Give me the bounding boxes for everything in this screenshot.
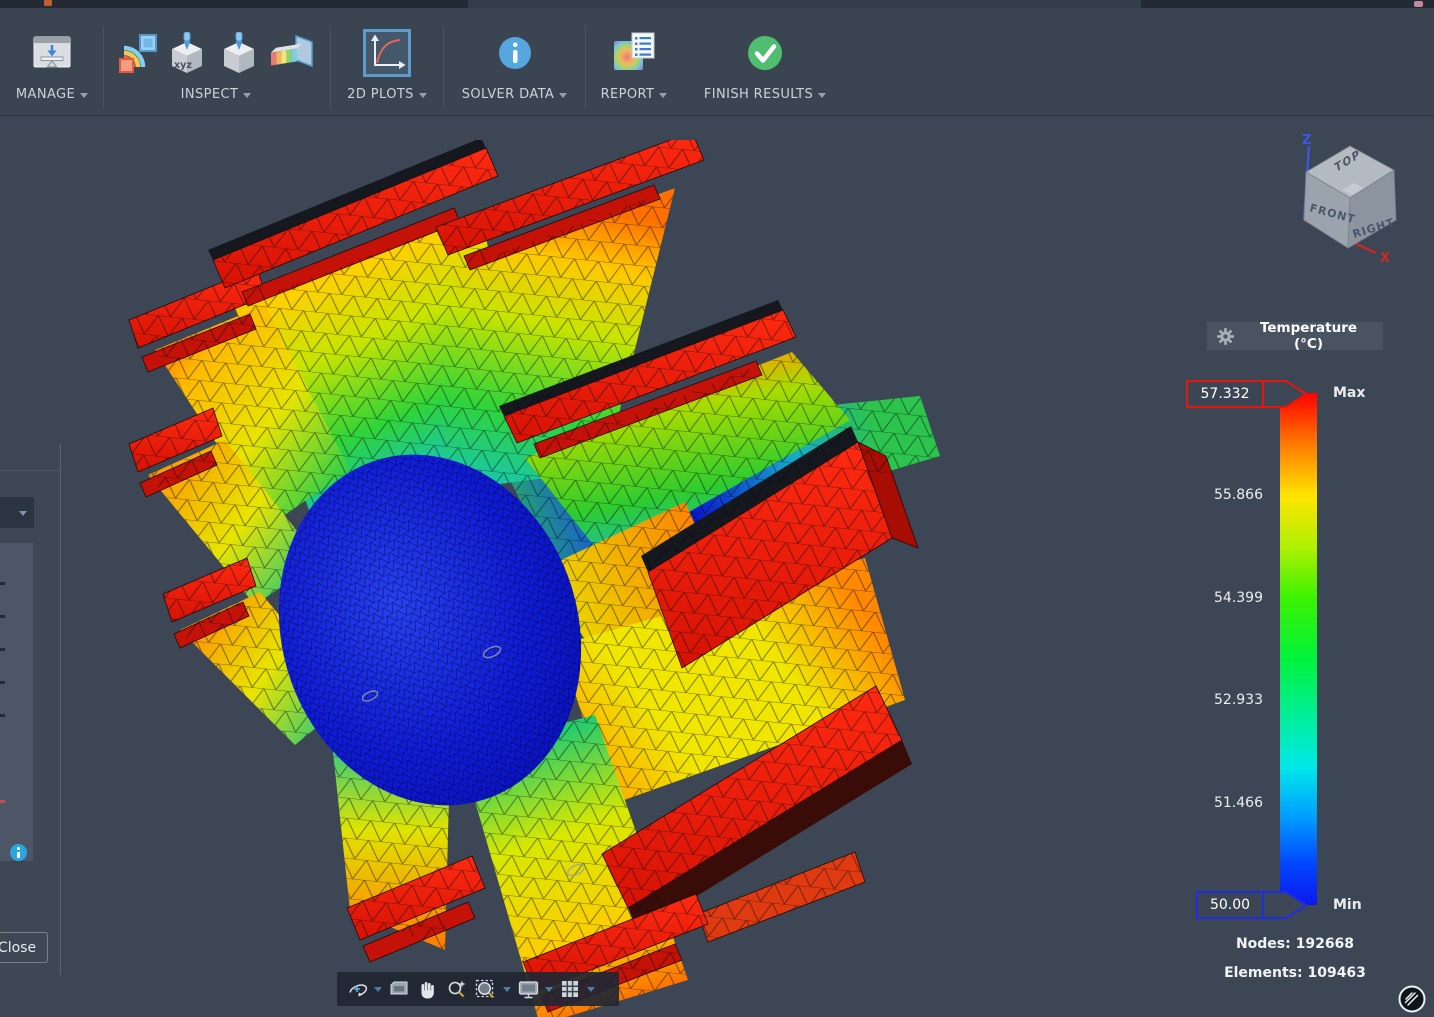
chevron-down-icon bbox=[559, 92, 568, 98]
legend-min-input[interactable]: 50.00 bbox=[1196, 891, 1264, 919]
gear-icon[interactable] bbox=[1217, 327, 1234, 345]
finish-results-label: FINISH RESULTS bbox=[703, 86, 814, 102]
results-dialog-panel: Close bbox=[0, 444, 61, 975]
inspect-label: INSPECT bbox=[180, 86, 239, 102]
toolbar-group-report[interactable]: REPORT bbox=[594, 8, 674, 116]
title-strip-left bbox=[0, 0, 468, 8]
toolbar-group-inspect[interactable]: xyz INSPECT bbox=[110, 8, 322, 116]
look-at-button[interactable] bbox=[386, 975, 412, 1003]
list-item-bullet bbox=[0, 615, 5, 618]
inspect-legend-icon[interactable] bbox=[118, 33, 158, 73]
3d-thermal-model-viewport[interactable] bbox=[20, 140, 940, 1017]
2d-plots-label: 2D PLOTS bbox=[347, 86, 414, 102]
dialog-list[interactable] bbox=[0, 543, 33, 861]
window-zoom-button[interactable] bbox=[473, 975, 499, 1003]
avatar-sliver bbox=[1414, 1, 1423, 7]
legend-max-pointer[interactable] bbox=[1262, 379, 1308, 409]
list-item-bullet bbox=[0, 714, 5, 717]
toolbar-divider bbox=[330, 26, 331, 108]
display-settings-button[interactable] bbox=[515, 975, 541, 1003]
nodes-count: Nodes: 192668 bbox=[1235, 936, 1355, 952]
toolbar-group-finish-results[interactable]: FINISH RESULTS bbox=[690, 8, 840, 116]
toolbar-divider bbox=[443, 26, 444, 108]
elements-count: Elements: 109463 bbox=[1224, 965, 1366, 981]
list-item-bullet bbox=[0, 582, 5, 585]
chevron-down-icon bbox=[418, 92, 427, 98]
toolbar-group-2d-plots[interactable]: 2D PLOTS bbox=[338, 8, 436, 116]
inspect-point-probe-icon[interactable]: xyz bbox=[164, 32, 210, 74]
dialog-dropdown[interactable] bbox=[0, 497, 34, 528]
legend-max-label: Max bbox=[1333, 385, 1366, 401]
display-options-caret[interactable] bbox=[545, 986, 553, 992]
pan-button[interactable] bbox=[415, 975, 441, 1003]
window-zoom-options-caret[interactable] bbox=[503, 986, 511, 992]
toolbar-group-solver-data[interactable]: SOLVER DATA bbox=[452, 8, 577, 116]
toolbar-divider bbox=[103, 26, 104, 108]
dialog-title-bar bbox=[0, 444, 60, 471]
orbit-options-caret[interactable] bbox=[374, 986, 382, 992]
report-icon[interactable] bbox=[612, 32, 656, 74]
legend-max-input[interactable]: 57.332 bbox=[1186, 380, 1264, 408]
legend-color-bar bbox=[1280, 393, 1317, 905]
2d-plots-icon[interactable] bbox=[363, 29, 411, 77]
legend-min-label: Min bbox=[1333, 897, 1362, 913]
x-axis-label: X bbox=[1380, 251, 1390, 264]
chevron-down-icon bbox=[659, 92, 668, 98]
fusion-simulation-results-window: { "toolbar": { "groups": [ { "label": "M… bbox=[0, 0, 1434, 1017]
orbit-button[interactable] bbox=[344, 975, 370, 1003]
toolbar-divider bbox=[585, 26, 586, 108]
feedback-pencil-icon[interactable] bbox=[1397, 984, 1427, 1014]
z-axis-label: Z bbox=[1302, 133, 1311, 148]
chevron-down-icon bbox=[80, 92, 89, 98]
finish-results-check-icon[interactable] bbox=[745, 33, 785, 73]
view-cube[interactable]: TOP FRONT RIGHT Z X bbox=[1292, 132, 1412, 264]
chevron-down-icon bbox=[818, 92, 827, 98]
window-title-strip bbox=[0, 0, 1434, 8]
solver-data-info-icon[interactable] bbox=[495, 33, 535, 73]
legend-header: Temperature (°C) bbox=[1207, 320, 1383, 352]
close-button[interactable]: Close bbox=[0, 932, 48, 963]
view-navigation-toolbar bbox=[337, 972, 619, 1006]
inspect-slice-plane-icon[interactable] bbox=[268, 33, 314, 73]
report-label: REPORT bbox=[600, 86, 655, 102]
legend-tick: 51.466 bbox=[1214, 795, 1263, 811]
manage-simplify-icon[interactable] bbox=[30, 31, 74, 75]
mesh-model[interactable] bbox=[20, 140, 940, 1017]
chevron-down-icon bbox=[19, 511, 27, 516]
legend-tick: 55.866 bbox=[1214, 487, 1263, 503]
toolbar-group-manage[interactable]: MANAGE bbox=[10, 8, 94, 116]
legend-title: Temperature (°C) bbox=[1259, 320, 1358, 352]
info-icon[interactable] bbox=[10, 844, 27, 861]
probe-xyz-text: xyz bbox=[174, 60, 192, 71]
solver-data-label: SOLVER DATA bbox=[461, 86, 555, 102]
inspect-surface-probe-icon[interactable] bbox=[216, 32, 262, 74]
chevron-down-icon bbox=[243, 92, 252, 98]
mesh-stats: Nodes: 192668 Elements: 109463 bbox=[1190, 936, 1400, 994]
ribbon-toolbar: MANAGE xyz INSPECT 2D PLOTS SOLVER DATA … bbox=[0, 8, 1434, 116]
zoom-button[interactable] bbox=[444, 975, 470, 1003]
legend-min-pointer[interactable] bbox=[1262, 890, 1308, 920]
legend-tick: 54.399 bbox=[1214, 590, 1263, 606]
title-strip-right bbox=[1141, 0, 1434, 8]
list-item-bullet bbox=[0, 681, 5, 684]
grid-button[interactable] bbox=[557, 975, 583, 1003]
manage-label: MANAGE bbox=[15, 86, 76, 102]
legend-tick: 52.933 bbox=[1214, 692, 1263, 708]
grid-options-caret[interactable] bbox=[587, 986, 595, 992]
list-item-bullet bbox=[0, 648, 5, 651]
app-logo-sliver bbox=[44, 0, 52, 6]
list-item-marker bbox=[0, 800, 5, 803]
